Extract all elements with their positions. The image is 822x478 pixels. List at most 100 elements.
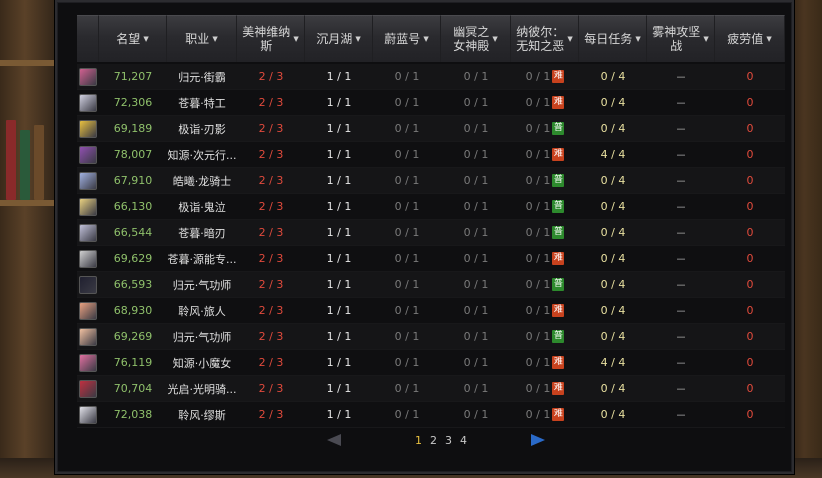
cell-job: 聆风·缪斯 (167, 402, 237, 428)
cell-c2-value: 1 / 1 (326, 122, 352, 135)
table-row[interactable]: 72,306 苍暮·特工 2 / 31 / 10 / 10 / 10 / 1难0 /… (77, 90, 785, 116)
cell-c7: － (647, 116, 715, 142)
column-header-c7[interactable]: 雾神攻坚战 ▼ (647, 15, 715, 62)
sort-dropdown-icon[interactable]: ▼ (703, 32, 708, 46)
cell-c1-value: 2 / 3 (258, 278, 284, 291)
table-row[interactable]: 66,544 苍暮·暗刃 2 / 31 / 10 / 10 / 10 / 1普0 /… (77, 220, 785, 246)
cell-job: 归元·气功师 (167, 324, 237, 350)
cell-c8: 0 (715, 402, 785, 428)
avatar-cell (77, 350, 99, 376)
table-row[interactable]: 72,038 聆风·缪斯 2 / 31 / 10 / 10 / 10 / 1难0 /… (77, 402, 785, 428)
sort-dropdown-icon[interactable]: ▼ (492, 32, 497, 46)
cell-c6: 0 / 4 (579, 376, 647, 402)
cell-job-value: 苍暮·源能专... (167, 252, 237, 266)
cell-fame-value: 78,007 (113, 148, 153, 161)
table-row[interactable]: 71,207 归元·街霸 2 / 31 / 10 / 10 / 10 / 1难0 /… (77, 64, 785, 90)
shelf (0, 60, 62, 66)
sort-dropdown-icon[interactable]: ▼ (567, 32, 572, 46)
cell-fame: 71,207 (99, 64, 167, 90)
prev-page-arrow-icon[interactable] (327, 434, 341, 446)
cell-c1-value: 2 / 3 (258, 252, 284, 265)
cell-c3-value: 0 / 1 (394, 356, 420, 369)
sort-dropdown-icon[interactable]: ▼ (293, 32, 298, 46)
column-header-job[interactable]: 职业 ▼ (167, 15, 237, 62)
cell-c2: 1 / 1 (305, 194, 373, 220)
page-number-3[interactable]: 3 (445, 434, 452, 447)
cell-job: 聆风·旅人 (167, 298, 237, 324)
column-header-label: 蔚蓝号 (384, 32, 421, 46)
cell-c6: 0 / 4 (579, 168, 647, 194)
avatar-cell (77, 298, 99, 324)
table-row[interactable]: 69,629 苍暮·源能专... 2 / 31 / 10 / 10 / 10 / 1… (77, 246, 785, 272)
table-row[interactable]: 66,130 极诣·鬼泣 2 / 31 / 10 / 10 / 10 / 1普0 /… (77, 194, 785, 220)
sort-dropdown-icon[interactable]: ▼ (143, 32, 148, 46)
column-header-c2[interactable]: 沉月湖 ▼ (305, 15, 373, 62)
column-header-c5[interactable]: 纳彼尔： 无知之恶 ▼ (511, 15, 579, 62)
column-header-c1[interactable]: 美神维纳斯 ▼ (237, 15, 305, 62)
cell-c5: 0 / 1难 (511, 298, 579, 324)
character-avatar-icon (79, 379, 97, 398)
cell-c4-value: 0 / 1 (463, 174, 489, 187)
cell-c4-value: 0 / 1 (463, 356, 489, 369)
cell-c3-value: 0 / 1 (394, 122, 420, 135)
cell-fame: 67,910 (99, 168, 167, 194)
cell-c2-value: 1 / 1 (326, 356, 352, 369)
table-row[interactable]: 68,930 聆风·旅人 2 / 31 / 10 / 10 / 10 / 1难0 /… (77, 298, 785, 324)
next-page-arrow-icon[interactable] (531, 434, 545, 446)
cell-c3: 0 / 1 (373, 64, 441, 90)
cell-c5: 0 / 1难 (511, 142, 579, 168)
cell-c6: 0 / 4 (579, 116, 647, 142)
cell-fame: 78,007 (99, 142, 167, 168)
cell-fame: 69,629 (99, 246, 167, 272)
cell-c3-value: 0 / 1 (394, 70, 420, 83)
cell-c3: 0 / 1 (373, 246, 441, 272)
column-header-c3[interactable]: 蔚蓝号 ▼ (373, 15, 441, 62)
cell-c7-value: － (675, 252, 687, 266)
cell-c3-value: 0 / 1 (394, 278, 420, 291)
table-row[interactable]: 76,119 知源·小魔女 2 / 31 / 10 / 10 / 10 / 1难4 … (77, 350, 785, 376)
difficulty-normal-badge: 普 (552, 278, 565, 291)
cell-c6-value: 0 / 4 (600, 252, 626, 265)
cell-c7: － (647, 90, 715, 116)
cell-fame-value: 71,207 (113, 70, 153, 83)
table-row[interactable]: 70,704 光启·光明骑... 2 / 31 / 10 / 10 / 10 / 1… (77, 376, 785, 402)
column-header-c6[interactable]: 每日任务 ▼ (579, 15, 647, 62)
cell-c7-value: － (675, 356, 687, 370)
cell-c1: 2 / 3 (237, 168, 305, 194)
column-header-c4[interactable]: 幽冥之 女神殿 ▼ (441, 15, 511, 62)
page-number-1[interactable]: 1 (415, 434, 422, 447)
sort-dropdown-icon[interactable]: ▼ (766, 32, 771, 46)
table-row[interactable]: 69,189 极诣·刃影 2 / 31 / 10 / 10 / 10 / 1普0 /… (77, 116, 785, 142)
page-number-2[interactable]: 2 (430, 434, 437, 447)
cell-c4-value: 0 / 1 (463, 278, 489, 291)
cell-c8-value: 0 (746, 226, 754, 239)
column-header-c8[interactable]: 疲劳值 ▼ (715, 15, 785, 62)
cell-c5: 0 / 1难 (511, 90, 579, 116)
sort-dropdown-icon[interactable]: ▼ (355, 32, 360, 46)
column-header-label: 美神维纳斯 (242, 25, 291, 53)
table-row[interactable]: 67,910 皓曦·龙骑士 2 / 31 / 10 / 10 / 10 / 1普0 … (77, 168, 785, 194)
table-row[interactable]: 69,269 归元·气功师 2 / 31 / 10 / 10 / 10 / 1普0 … (77, 324, 785, 350)
cell-c1: 2 / 3 (237, 376, 305, 402)
cell-c2: 1 / 1 (305, 168, 373, 194)
column-header-label: 雾神攻坚战 (652, 25, 701, 53)
table-row[interactable]: 66,593 归元·气功师 2 / 31 / 10 / 10 / 10 / 1普0 … (77, 272, 785, 298)
cell-job-value: 苍暮·特工 (178, 96, 226, 110)
column-header-fame[interactable]: 名望 ▼ (99, 15, 167, 62)
cell-c3-value: 0 / 1 (394, 408, 420, 421)
cell-job: 苍暮·源能专... (167, 246, 237, 272)
cell-c6: 0 / 4 (579, 402, 647, 428)
cell-c8: 0 (715, 220, 785, 246)
sort-dropdown-icon[interactable]: ▼ (635, 32, 640, 46)
avatar-cell (77, 220, 99, 246)
difficulty-normal-badge: 普 (552, 174, 565, 187)
page-number-4[interactable]: 4 (460, 434, 467, 447)
cell-c8: 0 (715, 376, 785, 402)
sort-dropdown-icon[interactable]: ▼ (423, 32, 428, 46)
cell-c4-value: 0 / 1 (463, 330, 489, 343)
cell-c8-value: 0 (746, 382, 754, 395)
sort-dropdown-icon[interactable]: ▼ (212, 32, 217, 46)
cell-fame: 76,119 (99, 350, 167, 376)
table-row[interactable]: 78,007 知源·次元行... 2 / 31 / 10 / 10 / 10 / 1… (77, 142, 785, 168)
cell-job-value: 归元·气功师 (172, 330, 232, 344)
